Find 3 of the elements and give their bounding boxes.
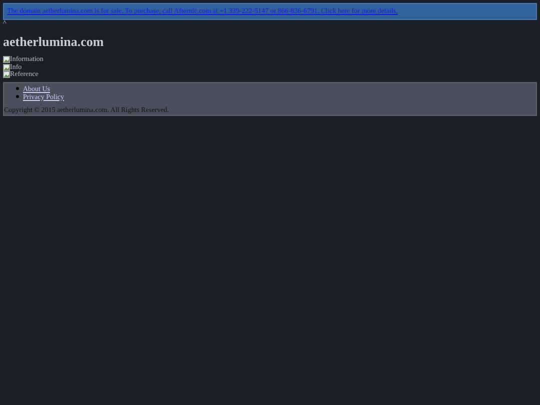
- bullet-icon: [16, 87, 19, 90]
- bullet-icon: [16, 95, 19, 98]
- site-title: aetherlumina.com: [3, 35, 104, 49]
